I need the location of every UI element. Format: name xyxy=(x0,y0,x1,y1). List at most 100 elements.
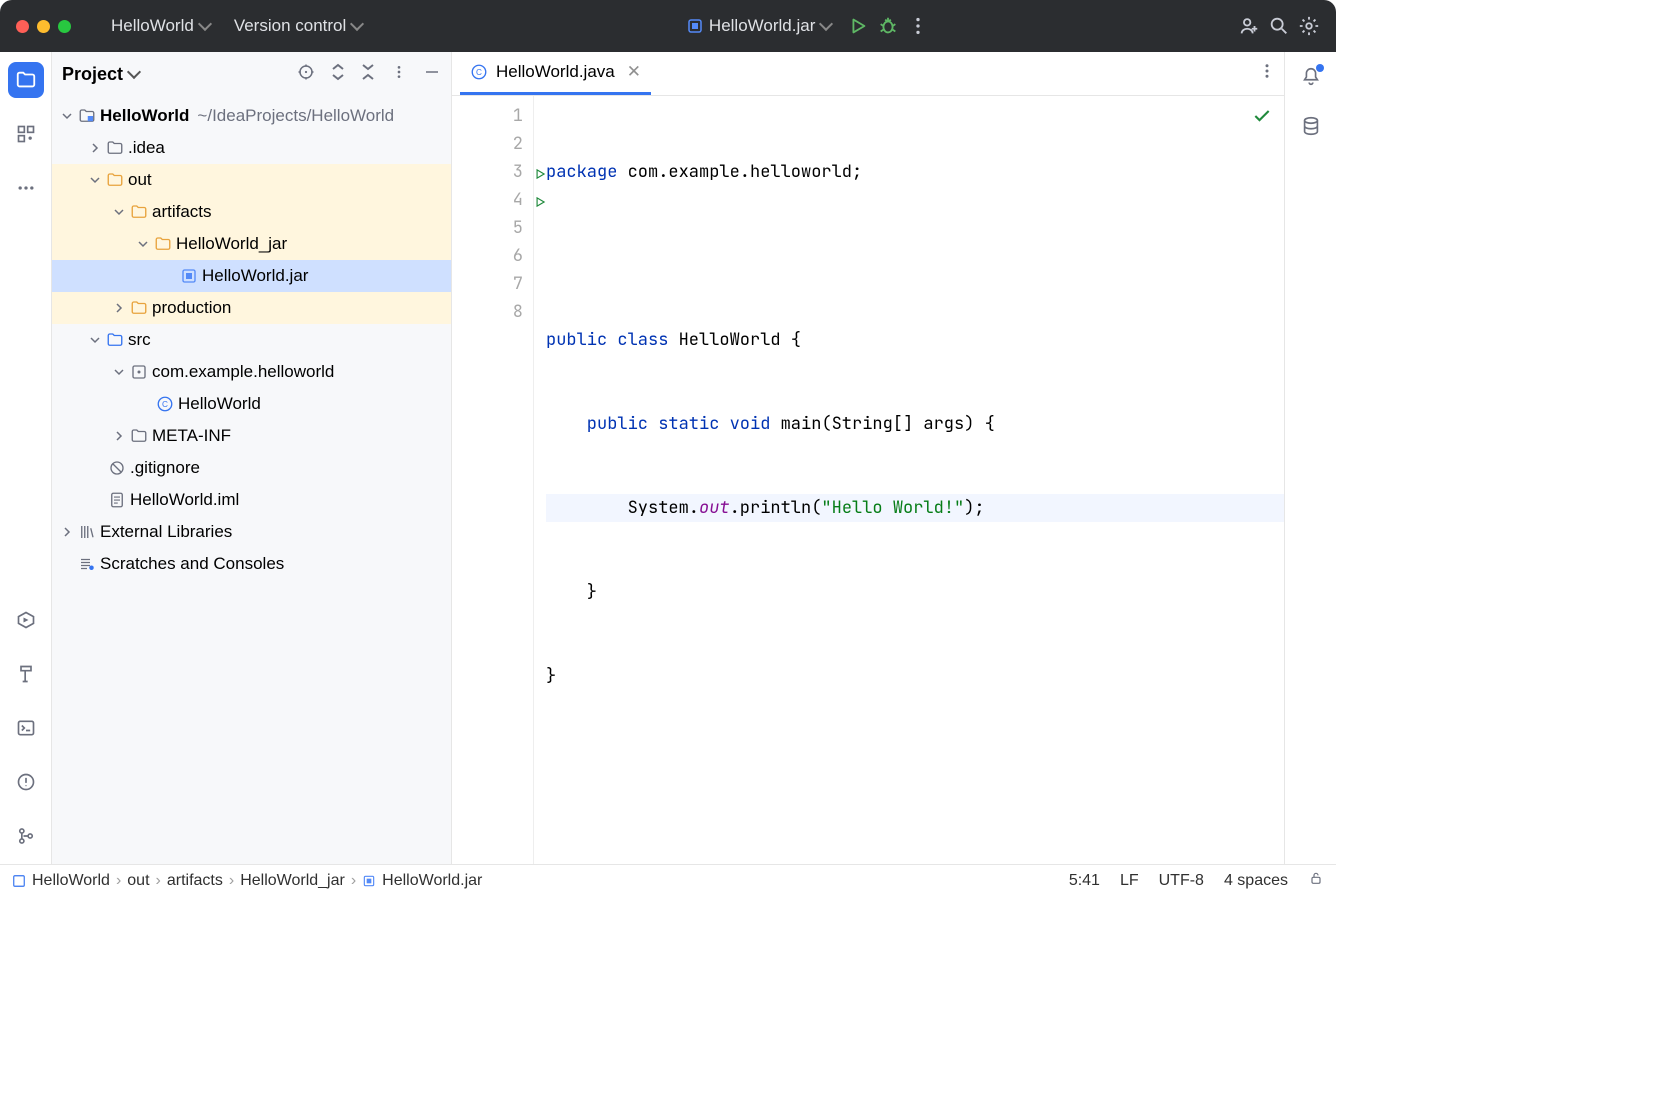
tree-item-label: External Libraries xyxy=(100,522,232,542)
chevron-right-icon xyxy=(112,303,126,313)
project-selector[interactable]: HelloWorld xyxy=(103,12,218,40)
code-token: ); xyxy=(964,497,984,519)
code-body[interactable]: package com.example.helloworld; public c… xyxy=(534,96,1284,864)
tree-scratches[interactable]: Scratches and Consoles xyxy=(52,548,451,580)
more-actions-button[interactable] xyxy=(907,15,929,37)
code-with-me-icon[interactable] xyxy=(1238,15,1260,37)
code-token: HelloWorld { xyxy=(668,329,801,351)
package-icon xyxy=(130,363,148,381)
tree-idea-folder[interactable]: .idea xyxy=(52,132,451,164)
inspection-ok-icon[interactable] xyxy=(1252,106,1272,135)
settings-icon[interactable] xyxy=(1298,15,1320,37)
tab-more-icon[interactable] xyxy=(1258,62,1276,85)
breadcrumb-item[interactable]: HelloWorld xyxy=(32,872,110,890)
maximize-window-icon[interactable] xyxy=(58,20,71,33)
terminal-tool-button[interactable] xyxy=(8,710,44,746)
breadcrumb-item[interactable]: out xyxy=(127,872,149,890)
debug-button[interactable] xyxy=(877,15,899,37)
line-number: 6 xyxy=(452,242,523,270)
code-token: class xyxy=(607,329,668,351)
line-separator[interactable]: LF xyxy=(1120,872,1139,890)
cursor-position[interactable]: 5:41 xyxy=(1069,872,1100,890)
folder-icon xyxy=(106,139,124,157)
chevron-down-icon xyxy=(88,175,102,185)
project-panel-title[interactable]: Project xyxy=(62,64,291,85)
vcs-tool-button[interactable] xyxy=(8,818,44,854)
tree-item-label: production xyxy=(152,298,231,318)
tree-src-folder[interactable]: src xyxy=(52,324,451,356)
chevron-down-icon xyxy=(198,17,212,31)
tree-item-label: META-INF xyxy=(152,426,231,446)
more-tools-button[interactable] xyxy=(8,170,44,206)
line-number: 1 xyxy=(452,102,523,130)
code-token: (String[] args) { xyxy=(821,413,994,435)
tree-root[interactable]: HelloWorld ~/IdeaProjects/HelloWorld xyxy=(52,100,451,132)
code-token: void xyxy=(719,413,770,435)
chevron-right-icon: › xyxy=(116,872,121,890)
library-icon xyxy=(78,523,96,541)
minimize-window-icon[interactable] xyxy=(37,20,50,33)
project-title-label: Project xyxy=(62,64,123,85)
tree-jar-dir[interactable]: HelloWorld_jar xyxy=(52,228,451,260)
code-token: static xyxy=(648,413,719,435)
file-encoding[interactable]: UTF-8 xyxy=(1159,872,1204,890)
status-bar: HelloWorld › out › artifacts › HelloWorl… xyxy=(0,864,1336,896)
code-token: "Hello World!" xyxy=(821,497,964,519)
tree-root-path: ~/IdeaProjects/HelloWorld xyxy=(197,106,394,126)
database-icon[interactable] xyxy=(1300,115,1322,142)
close-tab-icon[interactable]: ✕ xyxy=(627,62,641,82)
expand-collapse-icon[interactable] xyxy=(331,63,345,86)
tree-package[interactable]: com.example.helloworld xyxy=(52,356,451,388)
project-tool-button[interactable] xyxy=(8,62,44,98)
excluded-folder-icon xyxy=(154,235,172,253)
tree-external-libs[interactable]: External Libraries xyxy=(52,516,451,548)
editor-tabs: C HelloWorld.java ✕ xyxy=(452,52,1284,96)
more-options-icon[interactable] xyxy=(391,64,407,85)
structure-tool-button[interactable] xyxy=(8,116,44,152)
project-tree[interactable]: HelloWorld ~/IdeaProjects/HelloWorld .id… xyxy=(52,96,451,864)
problems-tool-button[interactable] xyxy=(8,764,44,800)
hide-panel-icon[interactable] xyxy=(423,63,441,86)
vcs-label: Version control xyxy=(234,16,346,36)
breadcrumb-item[interactable]: HelloWorld.jar xyxy=(382,872,482,890)
tree-class-file[interactable]: C HelloWorld xyxy=(52,388,451,420)
code-token: System. xyxy=(546,497,699,519)
run-button[interactable] xyxy=(847,15,869,37)
tree-jar-file[interactable]: HelloWorld.jar xyxy=(52,260,451,292)
gutter: 1 2 3 4 5 6 7 8 xyxy=(452,96,534,864)
breadcrumb-item[interactable]: HelloWorld_jar xyxy=(240,872,345,890)
line-number: 4 xyxy=(452,186,523,214)
tree-item-label: HelloWorld.iml xyxy=(130,490,239,510)
tree-gitignore-file[interactable]: .gitignore xyxy=(52,452,451,484)
run-config-selector[interactable]: HelloWorld.jar xyxy=(679,12,839,40)
indent-setting[interactable]: 4 spaces xyxy=(1224,872,1288,890)
code-token: } xyxy=(546,665,556,687)
chevron-down-icon xyxy=(127,65,141,79)
readonly-lock-icon[interactable] xyxy=(1308,870,1324,891)
search-icon[interactable] xyxy=(1268,15,1290,37)
code-token: com.example.helloworld; xyxy=(617,161,862,183)
services-tool-button[interactable] xyxy=(8,602,44,638)
breadcrumb[interactable]: HelloWorld › out › artifacts › HelloWorl… xyxy=(32,872,482,890)
gitignore-icon xyxy=(108,459,126,477)
chevron-right-icon: › xyxy=(229,872,234,890)
code-editor[interactable]: 1 2 3 4 5 6 7 8 package com.example.hell… xyxy=(452,96,1284,864)
excluded-folder-icon xyxy=(130,203,148,221)
tree-artifacts-folder[interactable]: artifacts xyxy=(52,196,451,228)
code-token: out xyxy=(699,497,730,519)
close-window-icon[interactable] xyxy=(16,20,29,33)
tree-out-folder[interactable]: out xyxy=(52,164,451,196)
line-number: 7 xyxy=(452,270,523,298)
build-tool-button[interactable] xyxy=(8,656,44,692)
tree-item-label: Scratches and Consoles xyxy=(100,554,284,574)
tree-iml-file[interactable]: HelloWorld.iml xyxy=(52,484,451,516)
notifications-icon[interactable] xyxy=(1300,66,1322,93)
tree-metainf-folder[interactable]: META-INF xyxy=(52,420,451,452)
locate-icon[interactable] xyxy=(297,63,315,86)
breadcrumb-item[interactable]: artifacts xyxy=(167,872,223,890)
code-token: main xyxy=(770,413,821,435)
tree-production-folder[interactable]: production xyxy=(52,292,451,324)
collapse-all-icon[interactable] xyxy=(361,63,375,86)
vcs-selector[interactable]: Version control xyxy=(226,12,370,40)
editor-tab[interactable]: C HelloWorld.java ✕ xyxy=(460,52,651,95)
